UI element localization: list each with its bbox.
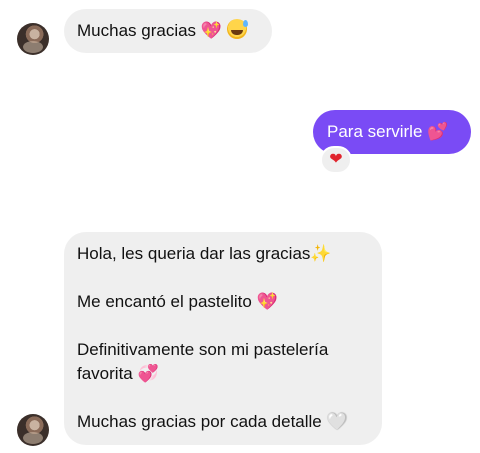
message-text: Muchas gracias bbox=[77, 21, 197, 40]
incoming-message-bubble[interactable]: Muchas gracias 💖 bbox=[64, 9, 272, 53]
message-paragraph: Muchas gracias por cada detalle 🤍 bbox=[77, 412, 348, 432]
two-hearts-emoji: 💕 bbox=[427, 122, 449, 142]
grinning-sweat-emoji bbox=[226, 19, 248, 39]
message-paragraph: Me encantó el pastelito 💖 bbox=[77, 292, 278, 312]
avatar-photo bbox=[23, 41, 43, 53]
white-heart-emoji: 🤍 bbox=[326, 412, 348, 432]
sparkles-emoji: ✨ bbox=[310, 244, 332, 264]
sparkling-heart-emoji: 💖 bbox=[256, 292, 278, 312]
message-text: Para servirle bbox=[327, 122, 423, 141]
avatar-photo bbox=[23, 432, 43, 444]
heart-reaction-badge[interactable]: ❤ bbox=[320, 146, 352, 174]
sparkling-heart-emoji: 💖 bbox=[200, 21, 222, 41]
message-paragraph: Hola, les queria dar las gracias✨ bbox=[77, 244, 332, 264]
sender-avatar[interactable] bbox=[17, 23, 49, 55]
incoming-message-bubble[interactable]: Hola, les queria dar las gracias✨ Me enc… bbox=[64, 232, 382, 445]
message-paragraph: Definitivamente son mi pastelería favori… bbox=[77, 340, 329, 384]
revolving-hearts-emoji: 💞 bbox=[137, 364, 159, 384]
red-heart-icon: ❤ bbox=[329, 151, 343, 168]
sender-avatar[interactable] bbox=[17, 414, 49, 446]
